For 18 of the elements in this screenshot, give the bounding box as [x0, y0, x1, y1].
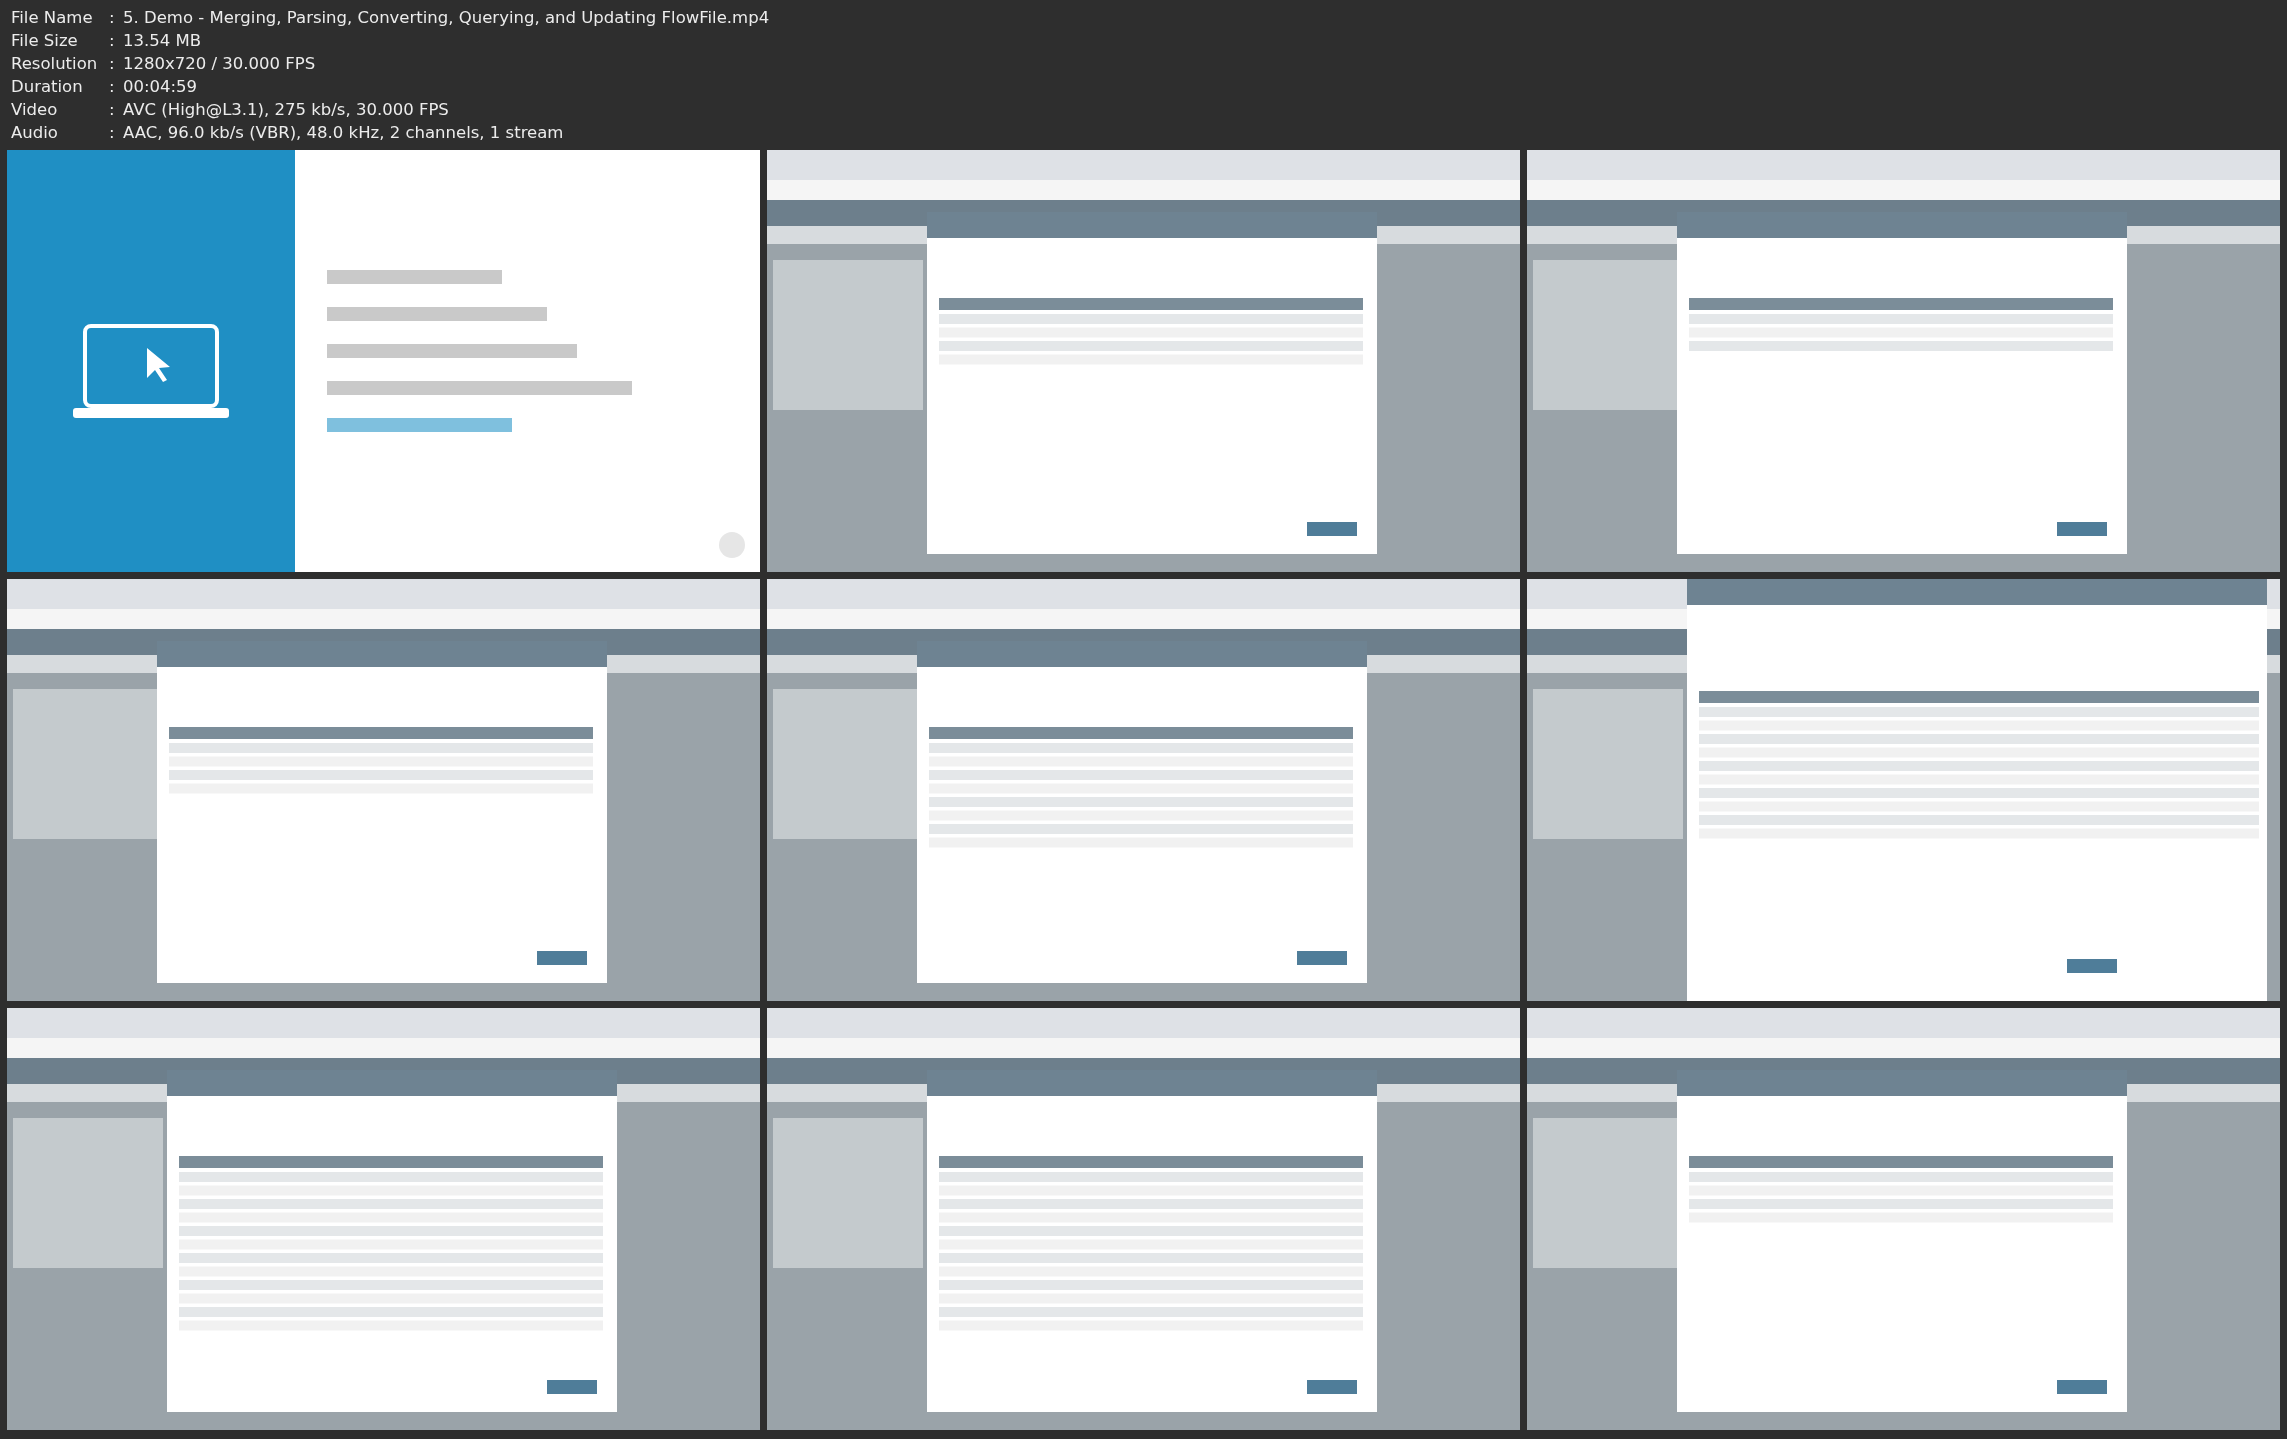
- info-separator: :: [109, 7, 116, 29]
- info-separator: :: [109, 122, 116, 144]
- info-value: AVC (High@L3.1), 275 kb/s, 30.000 FPS: [123, 99, 450, 121]
- info-separator: :: [109, 53, 116, 75]
- info-separator: :: [109, 30, 116, 52]
- info-label: Video: [11, 99, 59, 121]
- info-label: File Size: [11, 30, 79, 52]
- info-label: Audio: [11, 122, 59, 144]
- info-label: File Name: [11, 7, 94, 29]
- info-value: 5. Demo - Merging, Parsing, Converting, Querying, and Updating FlowFile.mp4: [123, 7, 771, 29]
- info-value: 00:04:59: [123, 76, 199, 98]
- info-value: 13.54 MB: [123, 30, 203, 52]
- info-label: Resolution: [11, 53, 99, 75]
- info-separator: :: [109, 99, 116, 121]
- info-label: Duration: [11, 76, 84, 98]
- info-value: AAC, 96.0 kb/s (VBR), 48.0 kHz, 2 channels, 1 stream: [123, 122, 565, 144]
- info-separator: :: [109, 76, 116, 98]
- info-value: 1280x720 / 30.000 FPS: [123, 53, 317, 75]
